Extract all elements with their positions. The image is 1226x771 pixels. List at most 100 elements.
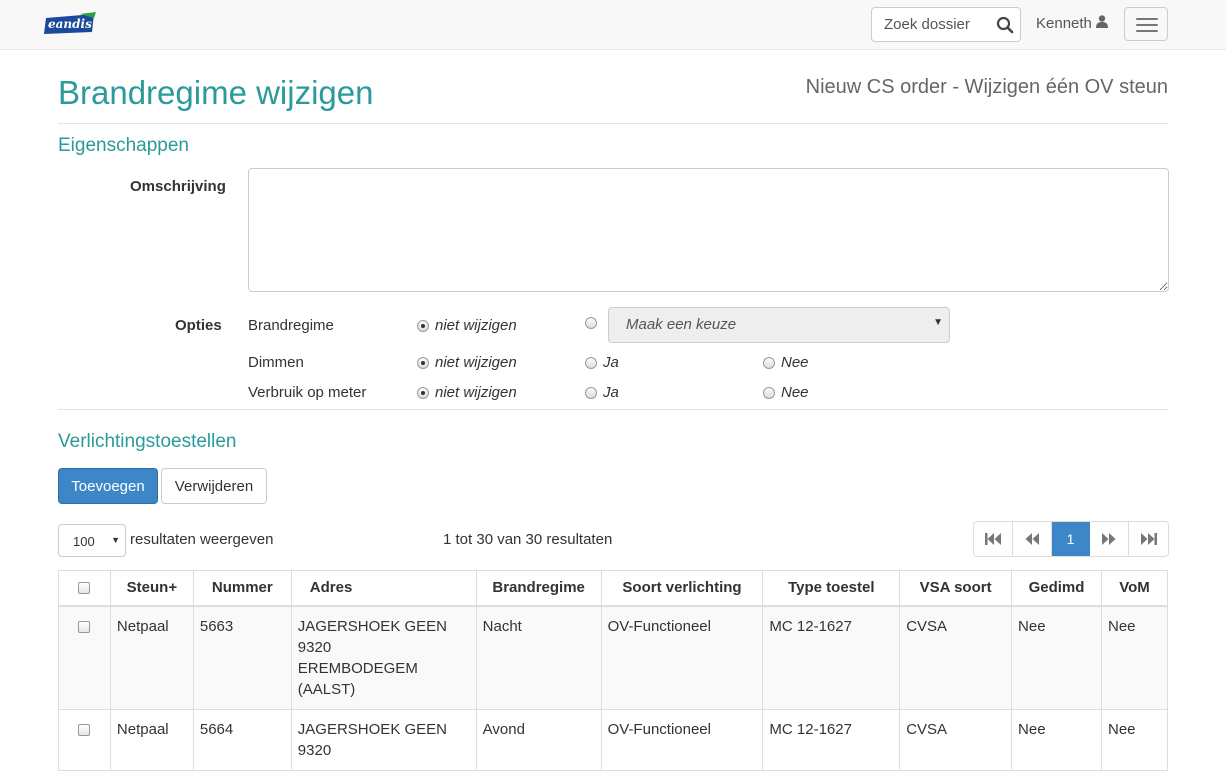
select-all-checkbox[interactable]: [78, 582, 91, 595]
radio-unchecked-icon: [763, 386, 775, 399]
svg-text:eandis: eandis: [48, 17, 92, 31]
radio-label: Nee: [781, 384, 809, 401]
page-length-text: resultaten weergeven: [130, 531, 274, 548]
search-icon[interactable]: [996, 16, 1014, 34]
radio-checked-icon: [417, 386, 429, 399]
radio-label: Nee: [781, 354, 809, 371]
radio-label: Ja: [603, 354, 619, 371]
search-input[interactable]: [872, 8, 990, 41]
table-row[interactable]: Netpaal 5663 JAGERSHOEK GEEN 9320 EREMBOD…: [58, 605, 1169, 710]
page-subtitle: Nieuw CS order - Wijzigen één OV steun: [805, 76, 1168, 98]
column-header[interactable]: Soort verlichting: [600, 570, 764, 607]
cell-vsa: CVSA: [899, 708, 1013, 771]
cell-steun: Netpaal: [109, 605, 194, 710]
opties-label: Opties: [175, 317, 222, 334]
results-info: 1 tot 30 van 30 resultaten: [443, 531, 613, 548]
select-placeholder: Maak een keuze: [626, 316, 737, 333]
caret-down-icon: ▼: [111, 535, 120, 545]
table-row[interactable]: Netpaal 5664 JAGERSHOEK GEEN 9320 Avond …: [58, 708, 1169, 771]
cell-soort: OV-Functioneel: [600, 708, 764, 771]
cell-vom: Nee: [1100, 708, 1169, 771]
search-box: [871, 7, 1021, 42]
column-header[interactable]: Adres: [290, 570, 477, 607]
user-icon: [1095, 15, 1108, 32]
dimmen-option-label: Dimmen: [248, 354, 304, 371]
column-header[interactable]: Type toestel: [762, 570, 901, 607]
eandis-logo[interactable]: eandis: [44, 12, 98, 36]
column-header[interactable]: Gedimd: [1011, 570, 1102, 607]
adres-line-2: EREMBODEGEM (AALST): [297, 659, 418, 698]
column-header[interactable]: VSA soort: [899, 570, 1013, 607]
top-navbar: eandis Kenneth: [0, 0, 1226, 50]
brandregime-radio-keuze[interactable]: [585, 317, 597, 329]
next-page-button[interactable]: [1090, 522, 1130, 556]
adres-line-1: JAGERSHOEK GEEN 9320: [297, 720, 447, 759]
radio-unchecked-icon: [763, 356, 775, 369]
verbruik-option-label: Verbruik op meter: [248, 384, 367, 401]
radio-label: Ja: [603, 384, 619, 401]
radio-checked-icon: [417, 319, 429, 332]
divider: [58, 409, 1168, 410]
cell-type: MC 12-1627: [762, 708, 901, 771]
table-header-row: Steun+ Nummer Adres Brandregime Soort ve…: [58, 570, 1169, 607]
verlichting-table: Steun+ Nummer Adres Brandregime Soort ve…: [58, 570, 1169, 771]
user-menu[interactable]: Kenneth: [1036, 15, 1108, 32]
first-page-button[interactable]: [974, 522, 1013, 556]
caret-down-icon: ▼: [933, 317, 943, 328]
column-header[interactable]: VoM: [1100, 570, 1169, 607]
previous-page-button[interactable]: [1012, 522, 1052, 556]
cell-soort: OV-Functioneel: [600, 605, 764, 710]
adres-line-1: JAGERSHOEK GEEN 9320: [297, 617, 447, 656]
dimmen-radio-niet-wijzigen[interactable]: niet wijzigen: [417, 354, 517, 371]
skip-last-icon: [1140, 533, 1157, 545]
last-page-button[interactable]: [1129, 522, 1168, 556]
cell-nummer: 5664: [192, 708, 292, 771]
column-header[interactable]: Brandregime: [475, 570, 602, 607]
row-checkbox[interactable]: [78, 620, 91, 633]
row-select-cell: [58, 605, 111, 710]
radio-unchecked-icon: [585, 386, 597, 399]
brandregime-radio-niet-wijzigen[interactable]: niet wijzigen: [417, 317, 517, 334]
cell-adres: JAGERSHOEK GEEN 9320 EREMBODEGEM (AALST): [290, 605, 477, 710]
cell-nummer: 5663: [192, 605, 292, 710]
omschrijving-label: Omschrijving: [130, 178, 226, 195]
radio-label: niet wijzigen: [435, 384, 517, 401]
row-checkbox[interactable]: [78, 723, 91, 736]
radio-label: niet wijzigen: [435, 354, 517, 371]
cell-brandregime: Avond: [475, 708, 602, 771]
verbruik-radio-ja[interactable]: Ja: [585, 384, 619, 401]
menu-toggle-button[interactable]: [1124, 7, 1168, 41]
hamburger-icon: [1136, 18, 1158, 20]
cell-type: MC 12-1627: [762, 605, 901, 710]
section-title-eigenschappen: Eigenschappen: [58, 135, 189, 156]
divider: [58, 123, 1168, 124]
cell-gedimd: Nee: [1011, 708, 1102, 771]
rewind-icon: [1025, 533, 1039, 545]
omschrijving-textarea[interactable]: [248, 168, 1169, 292]
select-all-cell: [58, 570, 111, 607]
row-select-cell: [58, 708, 111, 771]
cell-steun: Netpaal: [109, 708, 194, 771]
pagination: 1: [973, 521, 1169, 557]
remove-button[interactable]: Verwijderen: [161, 468, 267, 504]
column-header[interactable]: Nummer: [192, 570, 292, 607]
column-header[interactable]: Steun+: [109, 570, 194, 607]
dimmen-radio-nee[interactable]: Nee: [763, 354, 809, 371]
radio-unchecked-icon: [585, 356, 597, 369]
page-title: Brandregime wijzigen: [58, 74, 374, 111]
page-length-select[interactable]: 100 ▼: [58, 524, 126, 557]
verbruik-radio-nee[interactable]: Nee: [763, 384, 809, 401]
radio-checked-icon: [417, 356, 429, 369]
cell-adres: JAGERSHOEK GEEN 9320: [290, 708, 477, 771]
verbruik-radio-niet-wijzigen[interactable]: niet wijzigen: [417, 384, 517, 401]
page-button-current[interactable]: 1: [1051, 522, 1091, 556]
cell-vsa: CVSA: [899, 605, 1013, 710]
page-length-value: 100: [73, 534, 95, 549]
radio-unchecked-icon: [585, 317, 597, 329]
brandregime-option-label: Brandregime: [248, 317, 334, 334]
brandregime-select[interactable]: Maak een keuze ▼: [608, 307, 950, 343]
add-button[interactable]: Toevoegen: [58, 468, 158, 504]
dimmen-radio-ja[interactable]: Ja: [585, 354, 619, 371]
section-title-verlichtingstoestellen: Verlichtingstoestellen: [58, 431, 237, 452]
user-name: Kenneth: [1036, 15, 1092, 32]
